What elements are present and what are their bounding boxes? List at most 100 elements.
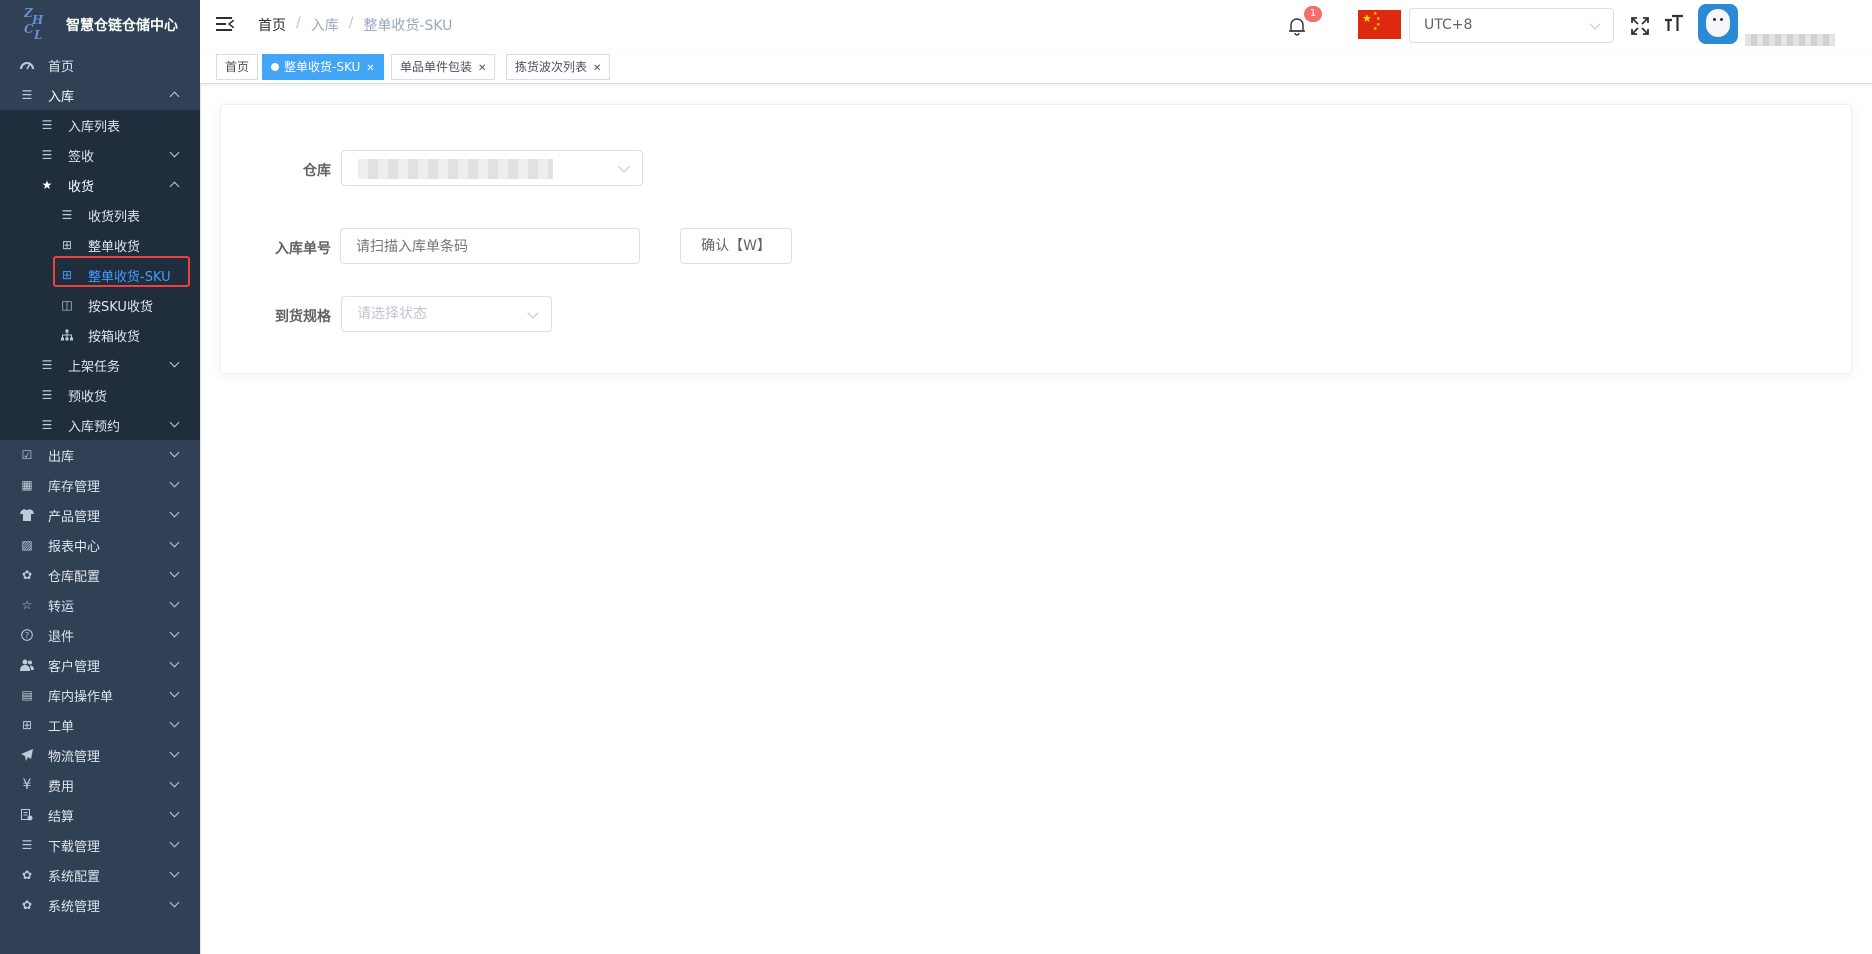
close-icon[interactable]: ✕	[593, 63, 601, 74]
tag-picking-wave-list[interactable]: 拣货波次列表 ✕	[506, 54, 611, 80]
sidebar-item-whole-order-receiving-sku[interactable]: ⊞ 整单收货-SKU	[0, 260, 200, 290]
inventory-icon: ▦	[21, 478, 33, 492]
chevron-down-icon	[169, 717, 180, 728]
users-icon	[20, 658, 34, 672]
sidebar-item-internal-operations[interactable]: ▤ 库内操作单	[0, 680, 200, 710]
china-flag-icon[interactable]: ★ ★ ★ ★ ★	[1358, 10, 1401, 39]
sidebar-item-whole-order-receiving[interactable]: ⊞ 整单收货	[0, 230, 200, 260]
question-icon: ?	[20, 628, 34, 642]
chevron-down-icon	[618, 161, 630, 173]
table-icon: ⊞	[61, 268, 73, 282]
sidebar-item-inbound-appointment[interactable]: ☰ 入库预约	[0, 410, 200, 440]
sidebar-item-label: 报表中心	[48, 539, 101, 555]
sidebar-item-label: 整单收货-SKU	[88, 269, 171, 285]
warehouse-value-redacted	[358, 159, 553, 179]
sidebar-item-logistics[interactable]: 物流管理	[0, 740, 200, 770]
chevron-down-icon	[169, 657, 180, 668]
breadcrumb-inbound[interactable]: 入库	[311, 15, 339, 35]
tags-view: 首页 整单收货-SKU ✕ 单品单件包装 ✕ 拣货波次列表 ✕	[200, 50, 1872, 84]
chevron-down-icon	[169, 567, 180, 578]
sidebar-item-label: 收货	[68, 179, 95, 195]
sidebar-item-returns[interactable]: ? 退件	[0, 620, 200, 650]
sidebar-item-label: 系统管理	[48, 899, 101, 915]
chevron-down-icon	[169, 687, 180, 698]
font-size-icon[interactable]	[1664, 14, 1684, 39]
fullscreen-icon[interactable]	[1631, 17, 1649, 35]
sidebar-item-receive-by-sku[interactable]: ◫ 按SKU收货	[0, 290, 200, 320]
inbound-order-input[interactable]	[340, 228, 640, 264]
chart-icon: ▨	[21, 538, 33, 552]
sidebar-item-products[interactable]: 产品管理	[0, 500, 200, 530]
chevron-down-icon	[169, 507, 180, 518]
confirm-button[interactable]: 确认【W】	[680, 228, 792, 264]
breadcrumb-current: 整单收货-SKU	[363, 18, 453, 34]
tag-home[interactable]: 首页	[216, 54, 259, 80]
close-icon[interactable]: ✕	[478, 63, 486, 74]
timezone-select[interactable]: UTC+8	[1409, 8, 1614, 43]
list-icon: ☰	[21, 838, 33, 852]
chevron-up-icon	[169, 181, 180, 192]
list-icon: ☰	[41, 418, 53, 432]
avatar-face-icon	[1706, 9, 1730, 37]
avatar[interactable]	[1698, 4, 1738, 44]
sidebar-item-label: 入库预约	[68, 419, 121, 435]
gear-icon: ✿	[21, 568, 33, 582]
sidebar-item-customers[interactable]: 客户管理	[0, 650, 200, 680]
sidebar-item-label: 下载管理	[48, 839, 101, 855]
sidebar-item-receive-by-box[interactable]: 按箱收货	[0, 320, 200, 350]
sidebar-item-inbound[interactable]: ☰ 入库	[0, 80, 200, 110]
plane-icon	[20, 748, 34, 762]
sidebar-item-transfer[interactable]: ☆ 转运	[0, 590, 200, 620]
close-icon[interactable]: ✕	[366, 63, 374, 74]
sidebar-item-system-management[interactable]: ✿ 系统管理	[0, 890, 200, 920]
warehouse-select[interactable]	[341, 150, 643, 186]
sidebar-item-inventory[interactable]: ▦ 库存管理	[0, 470, 200, 500]
chevron-down-icon	[169, 837, 180, 848]
yen-icon: ¥	[22, 777, 32, 793]
sidebar-item-receiving-list[interactable]: ☰ 收货列表	[0, 200, 200, 230]
sidebar-item-fees[interactable]: ¥ 费用	[0, 770, 200, 800]
document-icon: ▤	[21, 688, 33, 702]
sidebar-item-pre-receiving[interactable]: ☰ 预收货	[0, 380, 200, 410]
list-icon: ☰	[61, 208, 73, 222]
sidebar-item-label: 库存管理	[48, 479, 101, 495]
sidebar-item-warehouse-config[interactable]: ✿ 仓库配置	[0, 560, 200, 590]
sidebar-item-label: 库内操作单	[48, 689, 114, 705]
sidebar-item-inbound-list[interactable]: ☰ 入库列表	[0, 110, 200, 140]
sidebar-item-label: 按SKU收货	[88, 299, 153, 315]
sidebar-item-label: 签收	[68, 149, 95, 165]
chevron-down-icon	[169, 417, 180, 428]
arrival-spec-placeholder: 请选择状态	[357, 306, 427, 322]
inbound-order-label: 入库单号	[275, 241, 331, 257]
sidebar-item-putaway-tasks[interactable]: ☰ 上架任务	[0, 350, 200, 380]
sidebar-item-label: 入库列表	[68, 119, 121, 135]
arrival-spec-select[interactable]: 请选择状态	[341, 296, 552, 332]
sidebar-item-label: 入库	[48, 89, 75, 105]
sidebar-item-work-orders[interactable]: ⊞ 工单	[0, 710, 200, 740]
sidebar-item-home[interactable]: 首页	[0, 50, 200, 80]
tag-whole-order-receiving-sku[interactable]: 整单收货-SKU ✕	[262, 54, 384, 80]
sidebar-item-reports[interactable]: ▨ 报表中心	[0, 530, 200, 560]
bell-icon[interactable]	[1287, 16, 1307, 36]
sidebar-item-label: 首页	[48, 59, 75, 75]
column-icon: ◫	[61, 298, 73, 312]
hamburger-icon[interactable]	[216, 16, 234, 32]
star-outline-icon: ☆	[21, 598, 33, 612]
breadcrumb-separator: /	[296, 15, 301, 31]
sidebar-item-system-config[interactable]: ✿ 系统配置	[0, 860, 200, 890]
arrival-spec-label: 到货规格	[275, 309, 331, 325]
chevron-down-icon	[169, 357, 180, 368]
tag-label: 整单收货-SKU	[284, 60, 361, 74]
checkbox-icon: ☑	[21, 448, 33, 462]
sidebar-item-sign[interactable]: ☰ 签收	[0, 140, 200, 170]
sidebar-item-label: 产品管理	[48, 509, 101, 525]
avatar-eye-icon	[1713, 18, 1716, 21]
sidebar-item-downloads[interactable]: ☰ 下载管理	[0, 830, 200, 860]
sidebar-item-receiving[interactable]: ★ 收货	[0, 170, 200, 200]
chevron-down-icon	[169, 867, 180, 878]
sidebar-item-outbound[interactable]: ☑ 出库	[0, 440, 200, 470]
chevron-down-icon	[169, 747, 180, 758]
tag-single-item-packing[interactable]: 单品单件包装 ✕	[391, 54, 496, 80]
sidebar-item-settlement[interactable]: 结算	[0, 800, 200, 830]
breadcrumb-home[interactable]: 首页	[258, 15, 286, 35]
